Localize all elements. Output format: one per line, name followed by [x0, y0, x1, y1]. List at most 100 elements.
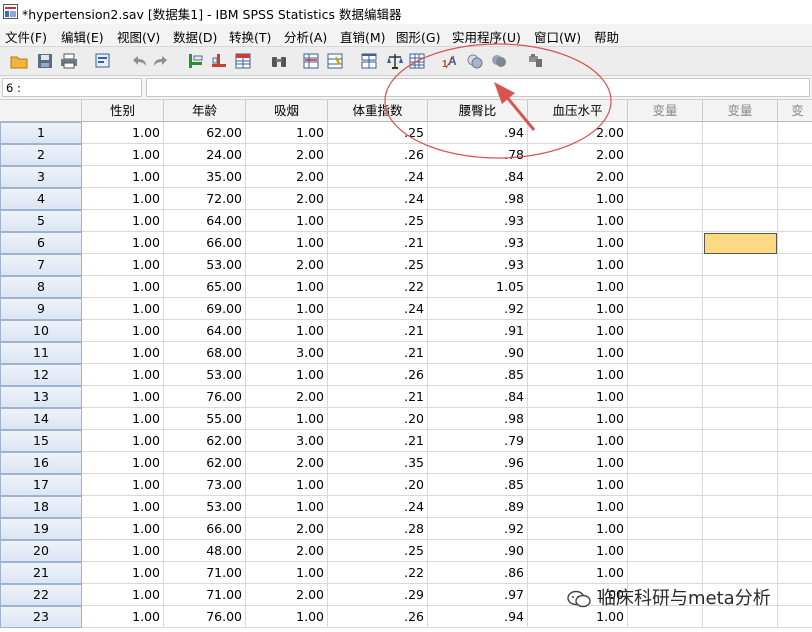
empty-cell[interactable] — [703, 166, 778, 188]
data-cell[interactable]: .94 — [428, 606, 528, 628]
data-cell[interactable]: .26 — [328, 364, 428, 386]
row-header[interactable]: 17 — [0, 474, 82, 496]
empty-cell[interactable] — [778, 276, 812, 298]
empty-cell[interactable] — [703, 496, 778, 518]
empty-cell[interactable] — [778, 540, 812, 562]
goto-variable-icon[interactable] — [210, 52, 228, 70]
data-cell[interactable]: 71.00 — [164, 584, 246, 606]
empty-cell[interactable] — [703, 408, 778, 430]
empty-cell[interactable] — [628, 254, 703, 276]
data-cell[interactable]: 3.00 — [246, 342, 328, 364]
data-cell[interactable]: 1.00 — [82, 276, 164, 298]
row-header[interactable]: 9 — [0, 298, 82, 320]
data-cell[interactable]: 1.00 — [82, 496, 164, 518]
data-cell[interactable]: 1.00 — [246, 320, 328, 342]
data-cell[interactable]: 1.00 — [82, 386, 164, 408]
find-icon[interactable] — [270, 52, 288, 70]
data-cell[interactable]: 72.00 — [164, 188, 246, 210]
row-header[interactable]: 20 — [0, 540, 82, 562]
data-cell[interactable]: .29 — [328, 584, 428, 606]
menu-item[interactable]: 文件(F) — [5, 27, 47, 46]
data-cell[interactable]: 1.00 — [528, 342, 628, 364]
empty-cell[interactable] — [628, 452, 703, 474]
row-header[interactable]: 1 — [0, 122, 82, 144]
empty-cell[interactable] — [778, 562, 812, 584]
data-cell[interactable]: .24 — [328, 166, 428, 188]
data-cell[interactable]: 76.00 — [164, 606, 246, 628]
data-cell[interactable]: 1.00 — [82, 210, 164, 232]
empty-cell[interactable] — [778, 144, 812, 166]
data-cell[interactable]: 1.00 — [528, 474, 628, 496]
data-cell[interactable]: .21 — [328, 386, 428, 408]
empty-cell[interactable] — [703, 144, 778, 166]
data-cell[interactable]: 3.00 — [246, 430, 328, 452]
data-cell[interactable]: 2.00 — [246, 540, 328, 562]
data-cell[interactable]: .91 — [428, 320, 528, 342]
split-file-icon[interactable] — [360, 52, 378, 70]
menu-item[interactable]: 编辑(E) — [61, 27, 104, 46]
menu-item[interactable]: 转换(T) — [229, 27, 271, 46]
empty-cell[interactable] — [703, 342, 778, 364]
empty-cell[interactable] — [703, 430, 778, 452]
empty-cell[interactable] — [628, 408, 703, 430]
data-cell[interactable]: 2.00 — [246, 144, 328, 166]
data-cell[interactable]: 1.00 — [82, 408, 164, 430]
data-cell[interactable]: 2.00 — [246, 452, 328, 474]
empty-cell[interactable] — [778, 606, 812, 628]
data-cell[interactable]: 2.00 — [246, 584, 328, 606]
data-cell[interactable]: 2.00 — [246, 166, 328, 188]
data-cell[interactable]: 1.00 — [246, 276, 328, 298]
data-cell[interactable]: 1.00 — [82, 518, 164, 540]
cell-reference-field[interactable]: 6 : — [2, 78, 142, 97]
goto-case-icon[interactable] — [186, 52, 204, 70]
redo-icon[interactable] — [152, 52, 170, 70]
data-cell[interactable]: 1.00 — [82, 298, 164, 320]
data-cell[interactable]: 1.00 — [82, 342, 164, 364]
data-cell[interactable]: .28 — [328, 518, 428, 540]
data-cell[interactable]: 1.00 — [528, 188, 628, 210]
empty-cell[interactable] — [778, 342, 812, 364]
data-cell[interactable]: 1.00 — [528, 430, 628, 452]
row-header[interactable]: 15 — [0, 430, 82, 452]
data-cell[interactable]: 1.00 — [528, 496, 628, 518]
data-cell[interactable]: .26 — [328, 144, 428, 166]
empty-cell[interactable] — [628, 430, 703, 452]
empty-cell[interactable] — [628, 320, 703, 342]
data-cell[interactable]: 1.00 — [82, 430, 164, 452]
empty-cell[interactable] — [628, 298, 703, 320]
row-header[interactable]: 23 — [0, 606, 82, 628]
data-cell[interactable]: .20 — [328, 474, 428, 496]
data-cell[interactable]: 1.00 — [528, 408, 628, 430]
empty-cell[interactable] — [703, 210, 778, 232]
data-cell[interactable]: .21 — [328, 320, 428, 342]
row-header[interactable]: 5 — [0, 210, 82, 232]
data-cell[interactable]: 1.00 — [528, 364, 628, 386]
variables-icon[interactable] — [234, 52, 252, 70]
data-cell[interactable]: 65.00 — [164, 276, 246, 298]
data-cell[interactable]: 2.00 — [246, 518, 328, 540]
data-cell[interactable]: 1.00 — [528, 254, 628, 276]
data-cell[interactable]: 66.00 — [164, 518, 246, 540]
data-cell[interactable]: .79 — [428, 430, 528, 452]
empty-cell[interactable] — [778, 518, 812, 540]
data-cell[interactable]: 1.00 — [528, 518, 628, 540]
empty-cell[interactable] — [778, 210, 812, 232]
empty-cell[interactable] — [778, 452, 812, 474]
data-cell[interactable]: .90 — [428, 342, 528, 364]
row-header[interactable]: 19 — [0, 518, 82, 540]
insert-variable-icon[interactable] — [326, 52, 344, 70]
data-cell[interactable]: 1.00 — [528, 298, 628, 320]
data-cell[interactable]: 53.00 — [164, 496, 246, 518]
data-cell[interactable]: 24.00 — [164, 144, 246, 166]
data-cell[interactable]: 1.00 — [528, 232, 628, 254]
data-cell[interactable]: 1.00 — [82, 452, 164, 474]
data-cell[interactable]: 1.00 — [82, 364, 164, 386]
menu-item[interactable]: 直销(M) — [340, 27, 386, 46]
data-cell[interactable]: 1.00 — [528, 210, 628, 232]
empty-cell[interactable] — [778, 408, 812, 430]
data-cell[interactable]: .21 — [328, 430, 428, 452]
empty-cell[interactable] — [778, 430, 812, 452]
data-cell[interactable]: 1.00 — [82, 188, 164, 210]
empty-cell[interactable] — [628, 540, 703, 562]
data-cell[interactable]: 68.00 — [164, 342, 246, 364]
